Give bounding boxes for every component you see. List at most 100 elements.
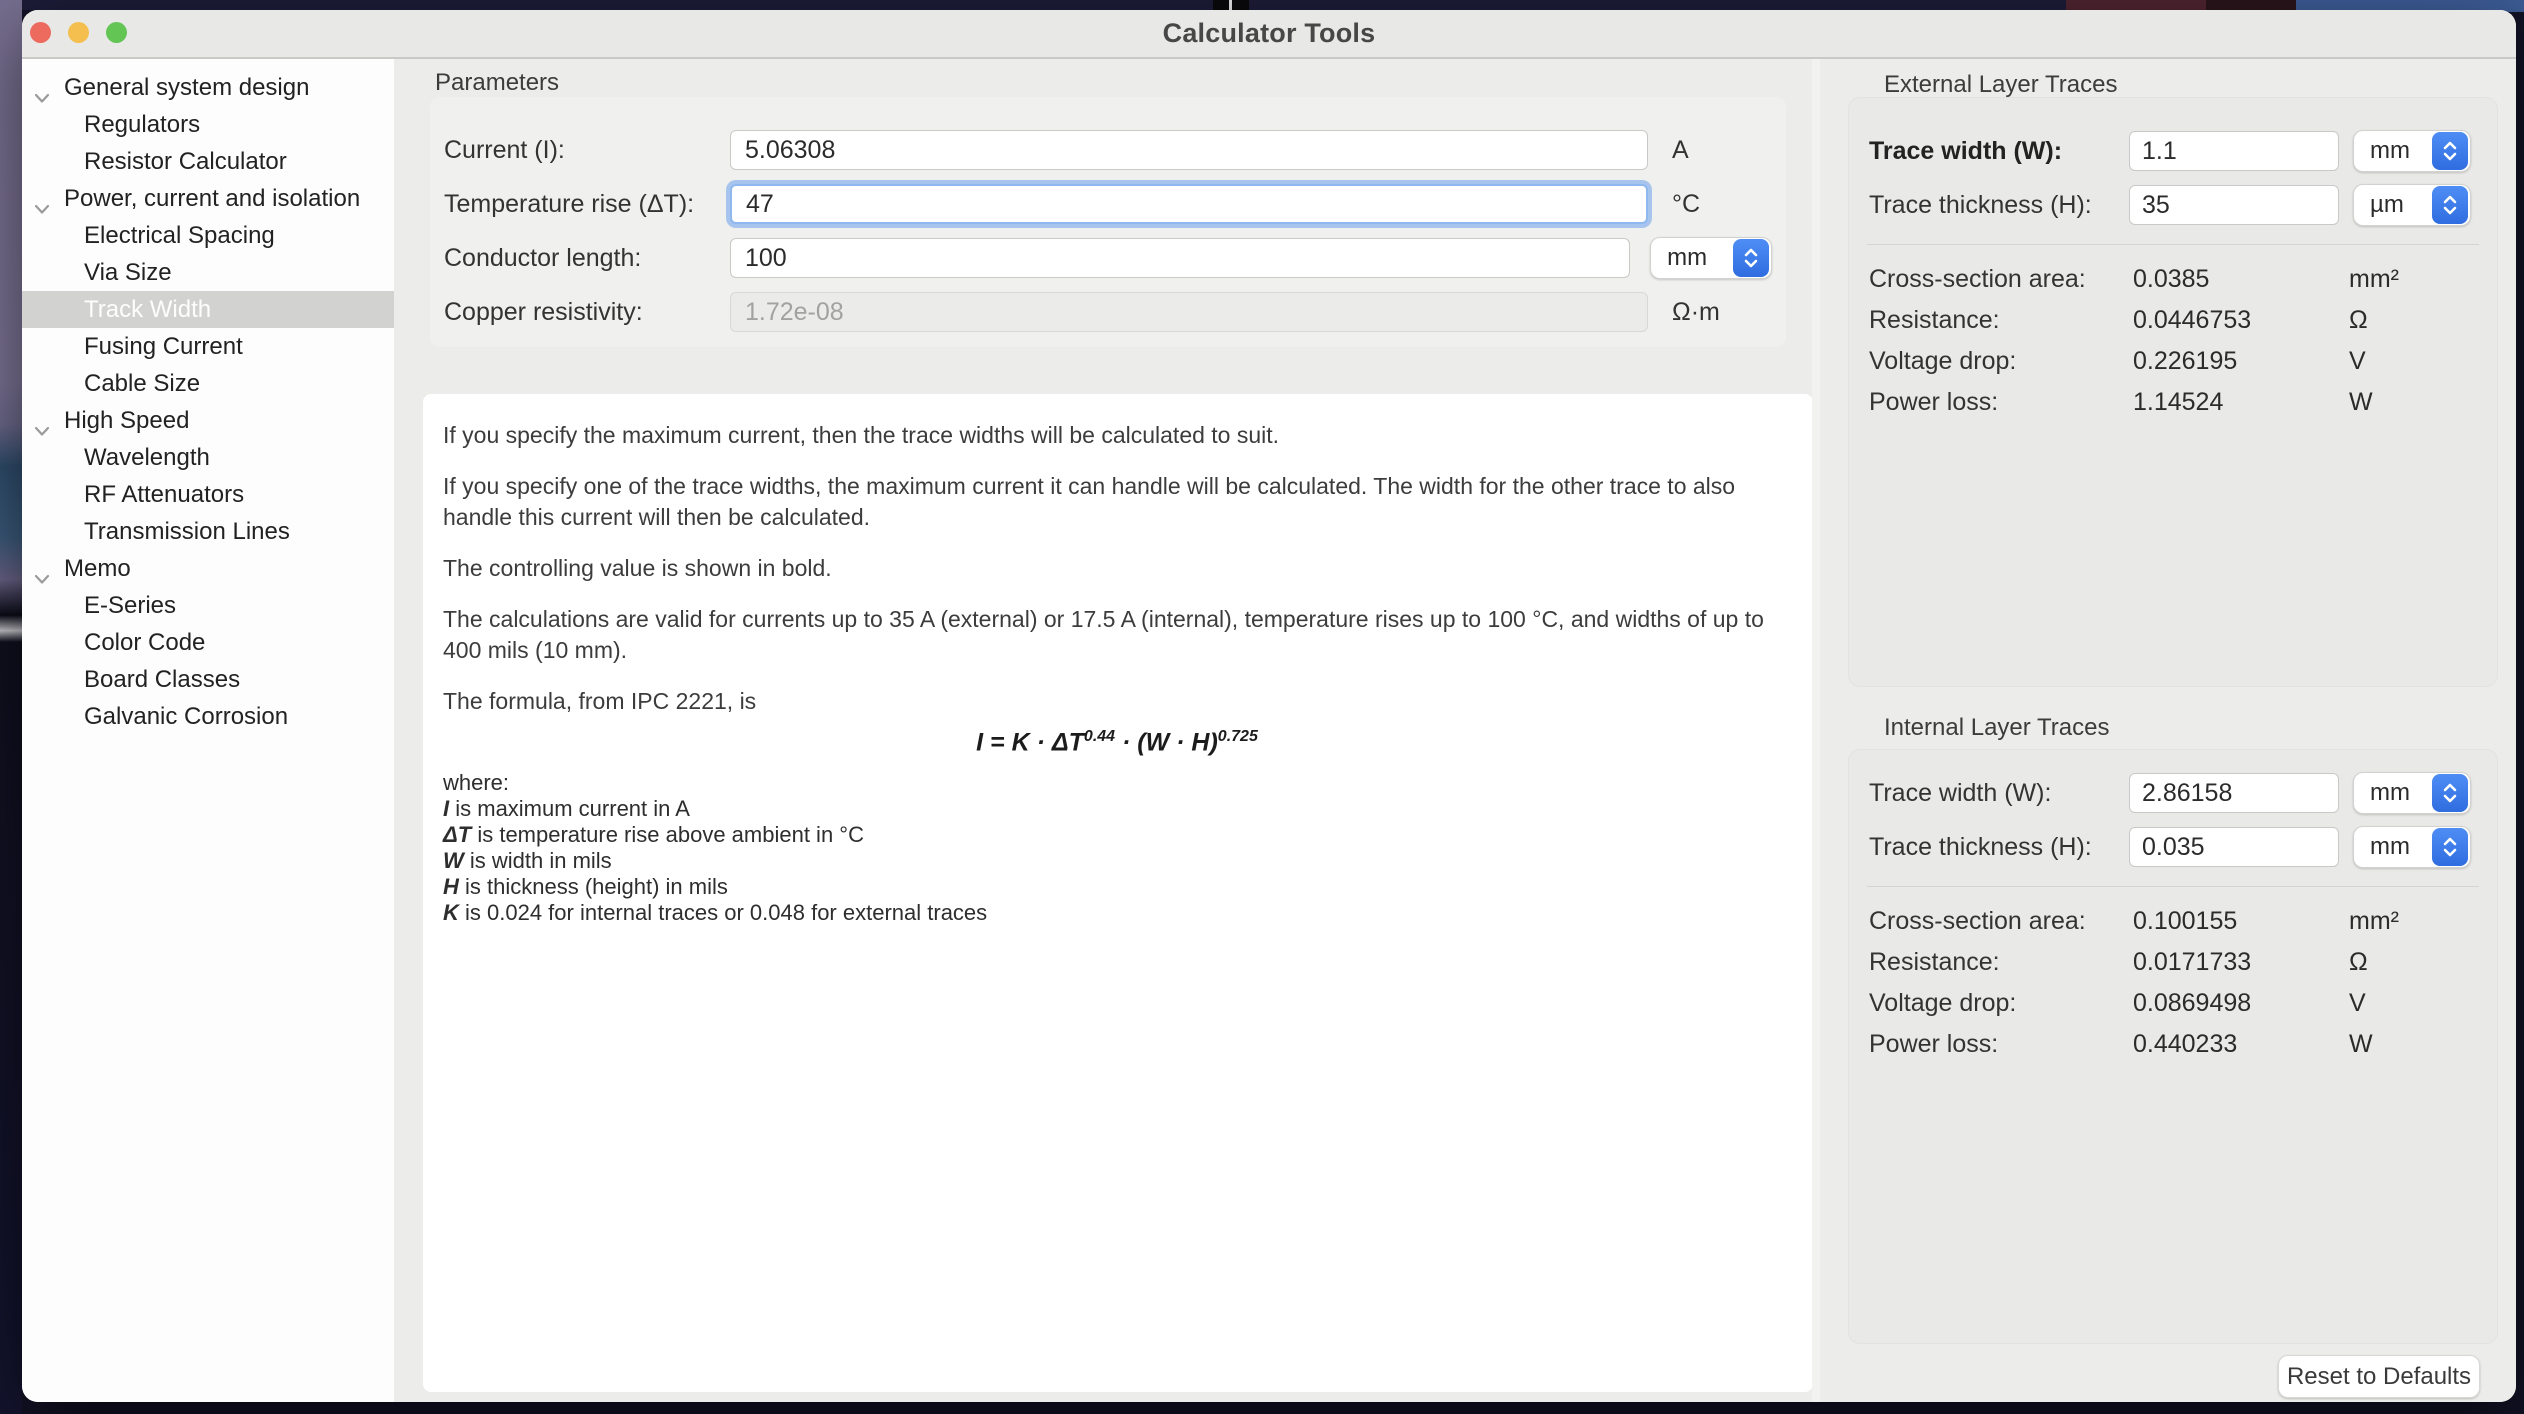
sidebar-item-memo[interactable]: Memo xyxy=(22,550,394,587)
conductor-length-unit-dropdown[interactable]: mm xyxy=(1650,237,1772,279)
sidebar-item-label: Regulators xyxy=(22,111,200,139)
sidebar-item-galvanic-corrosion[interactable]: Galvanic Corrosion xyxy=(22,698,394,735)
sidebar-item-power-current-isolation[interactable]: Power, current and isolation xyxy=(22,180,394,217)
sidebar-item-cable-size[interactable]: Cable Size xyxy=(22,365,394,402)
sidebar-item-rf-attenuators[interactable]: RF Attenuators xyxy=(22,476,394,513)
internal-cross-section-value: 0.100155 xyxy=(2133,907,2349,936)
sidebar-item-label: Transmission Lines xyxy=(22,518,290,546)
sidebar-item-track-width[interactable]: Track Width xyxy=(22,291,394,328)
external-voltage-drop-row: Voltage drop: 0.226195 V xyxy=(1849,341,2497,382)
legend-line: W is width in mils xyxy=(443,848,1791,874)
external-power-loss-value: 1.14524 xyxy=(2133,388,2349,417)
separator xyxy=(1867,886,2479,887)
sidebar-item-e-series[interactable]: E-Series xyxy=(22,587,394,624)
stepper-icon[interactable] xyxy=(2432,828,2468,866)
sidebar-item-label: Power, current and isolation xyxy=(22,185,360,213)
internal-layer-header: Internal Layer Traces xyxy=(1884,714,2109,742)
external-trace-thickness-unit-dropdown[interactable]: µm xyxy=(2353,184,2471,226)
internal-trace-width-label: Trace width (W): xyxy=(1869,779,2129,808)
stepper-icon[interactable] xyxy=(1733,239,1769,277)
stepper-icon[interactable] xyxy=(2432,132,2468,170)
internal-trace-thickness-unit-dropdown[interactable]: mm xyxy=(2353,826,2471,868)
sidebar-item-wavelength[interactable]: Wavelength xyxy=(22,439,394,476)
current-input[interactable] xyxy=(730,130,1648,170)
internal-trace-width-row: Trace width (W): mm xyxy=(1849,766,2497,820)
sidebar-item-high-speed[interactable]: High Speed xyxy=(22,402,394,439)
parameters-header: Parameters xyxy=(435,69,559,97)
sidebar-item-label: Electrical Spacing xyxy=(22,222,275,250)
sidebar-item-label: Wavelength xyxy=(22,444,210,472)
sidebar-item-label: General system design xyxy=(22,74,309,102)
help-paragraph: The controlling value is shown in bold. xyxy=(443,553,1791,584)
conductor-length-row: Conductor length: mm xyxy=(430,231,1786,285)
selected-unit: mm xyxy=(1667,244,1707,272)
sidebar-item-via-size[interactable]: Via Size xyxy=(22,254,394,291)
calculator-tools-window: Calculator Tools General system design R… xyxy=(22,10,2516,1402)
sidebar-item-fusing-current[interactable]: Fusing Current xyxy=(22,328,394,365)
internal-trace-thickness-row: Trace thickness (H): mm xyxy=(1849,820,2497,874)
legend-line: I is maximum current in A xyxy=(443,796,1791,822)
external-trace-width-input[interactable] xyxy=(2129,131,2339,171)
internal-trace-thickness-label: Trace thickness (H): xyxy=(1869,833,2129,862)
internal-power-loss-value: 0.440233 xyxy=(2133,1030,2349,1059)
chevron-down-icon[interactable] xyxy=(34,564,50,575)
conductor-length-input[interactable] xyxy=(730,238,1630,278)
external-voltage-drop-value: 0.226195 xyxy=(2133,347,2349,376)
external-trace-thickness-input[interactable] xyxy=(2129,185,2339,225)
help-paragraph: If you specify the maximum current, then… xyxy=(443,420,1791,451)
internal-layer-group: Trace width (W): mm Trace thickness (H):… xyxy=(1848,749,2498,1344)
track-width-main-pane: Parameters Current (I): A Temperature ri… xyxy=(394,59,1820,1402)
chevron-down-icon[interactable] xyxy=(34,83,50,94)
sidebar-item-label: Board Classes xyxy=(22,666,240,694)
internal-trace-thickness-input[interactable] xyxy=(2129,827,2339,867)
help-text-panel: If you specify the maximum current, then… xyxy=(423,394,1813,1392)
internal-voltage-drop-row: Voltage drop: 0.0869498 V xyxy=(1849,983,2497,1024)
help-paragraph: The calculations are valid for currents … xyxy=(443,604,1791,666)
sidebar-item-general-system-design[interactable]: General system design xyxy=(22,69,394,106)
formula-intro: The formula, from IPC 2221, is xyxy=(443,686,1791,717)
sidebar-item-color-code[interactable]: Color Code xyxy=(22,624,394,661)
sidebar-item-label: Track Width xyxy=(22,296,211,324)
sidebar-item-label: Galvanic Corrosion xyxy=(22,703,288,731)
external-trace-width-unit-dropdown[interactable]: mm xyxy=(2353,130,2471,172)
sidebar-item-label: Cable Size xyxy=(22,370,200,398)
sidebar-item-board-classes[interactable]: Board Classes xyxy=(22,661,394,698)
chevron-down-icon[interactable] xyxy=(34,416,50,427)
pane-divider xyxy=(1812,59,1820,1402)
sidebar-item-label: Via Size xyxy=(22,259,172,287)
desktop-background-left xyxy=(0,0,22,1414)
internal-resistance-value: 0.0171733 xyxy=(2133,948,2349,977)
internal-voltage-drop-value: 0.0869498 xyxy=(2133,989,2349,1018)
temperature-rise-row: Temperature rise (ΔT): °C xyxy=(430,177,1786,231)
sidebar-item-transmission-lines[interactable]: Transmission Lines xyxy=(22,513,394,550)
sidebar-item-regulators[interactable]: Regulators xyxy=(22,106,394,143)
internal-cross-section-row: Cross-section area: 0.100155 mm² xyxy=(1849,901,2497,942)
external-resistance-row: Resistance: 0.0446753 Ω xyxy=(1849,300,2497,341)
current-row: Current (I): A xyxy=(430,123,1786,177)
temperature-rise-input[interactable] xyxy=(730,184,1648,224)
stepper-icon[interactable] xyxy=(2432,186,2468,224)
sidebar-item-label: RF Attenuators xyxy=(22,481,244,509)
chevron-down-icon[interactable] xyxy=(34,194,50,205)
sidebar-item-resistor-calculator[interactable]: Resistor Calculator xyxy=(22,143,394,180)
external-power-loss-row: Power loss: 1.14524 W xyxy=(1849,382,2497,423)
external-layer-group: Trace width (W): mm Trace thickness (H):… xyxy=(1848,97,2498,687)
legend-line: H is thickness (height) in mils xyxy=(443,874,1791,900)
copper-resistivity-input xyxy=(730,292,1648,332)
sidebar-item-label: Fusing Current xyxy=(22,333,243,361)
internal-trace-width-unit-dropdown[interactable]: mm xyxy=(2353,772,2471,814)
internal-power-loss-row: Power loss: 0.440233 W xyxy=(1849,1024,2497,1065)
internal-trace-width-input[interactable] xyxy=(2129,773,2339,813)
legend-line: K is 0.024 for internal traces or 0.048 … xyxy=(443,900,1791,926)
external-trace-width-row: Trace width (W): mm xyxy=(1849,124,2497,178)
reset-to-defaults-button[interactable]: Reset to Defaults xyxy=(2278,1355,2480,1398)
window-title: Calculator Tools xyxy=(22,10,2516,57)
titlebar[interactable]: Calculator Tools xyxy=(22,10,2516,59)
copper-resistivity-label: Copper resistivity: xyxy=(444,298,730,327)
external-cross-section-row: Cross-section area: 0.0385 mm² xyxy=(1849,259,2497,300)
sidebar-item-electrical-spacing[interactable]: Electrical Spacing xyxy=(22,217,394,254)
stepper-icon[interactable] xyxy=(2432,774,2468,812)
internal-resistance-row: Resistance: 0.0171733 Ω xyxy=(1849,942,2497,983)
sidebar-item-label: Resistor Calculator xyxy=(22,148,287,176)
ipc-2221-formula: I = K · ΔT0.44 · (W · H)0.725 xyxy=(443,721,1791,758)
